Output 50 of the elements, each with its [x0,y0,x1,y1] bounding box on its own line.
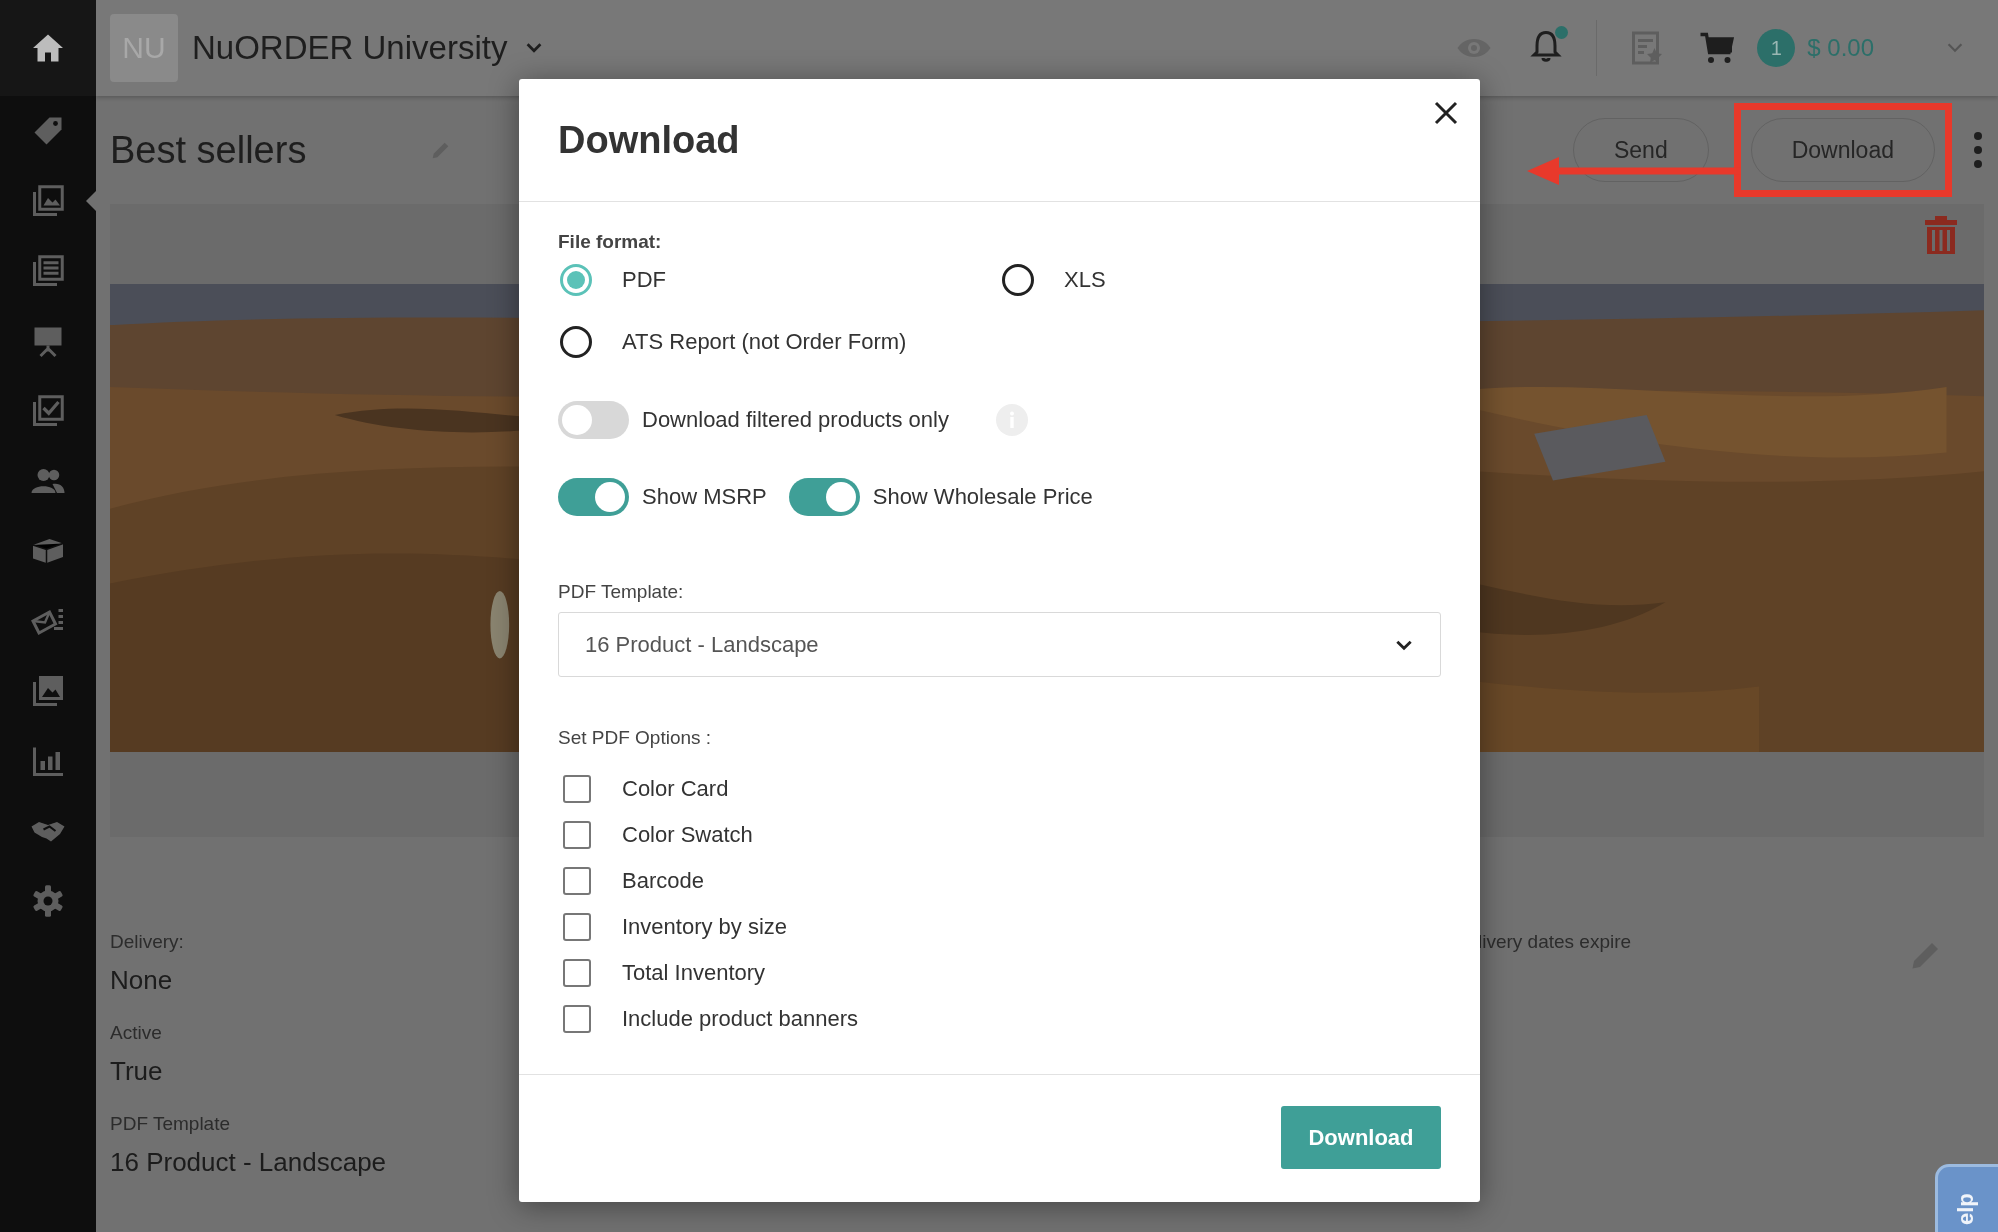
cart-count-badge: 1 [1757,29,1796,67]
option-label[interactable]: Barcode [622,868,704,894]
checkbox[interactable] [563,775,591,803]
dialog-title: Download [558,118,740,162]
option-label[interactable]: Include product banners [622,1006,859,1032]
page-title: Best sellers [110,128,308,172]
toggle-switch[interactable] [558,401,629,439]
field-label: PDF Template [110,1113,231,1135]
checkbox[interactable] [563,867,591,895]
radio-button[interactable] [1002,264,1034,296]
toggle-switch[interactable] [788,478,860,516]
close-icon[interactable] [1434,101,1458,125]
list-icon[interactable] [30,253,66,289]
field-value: 16 Product - Landscape [110,1147,387,1178]
checkbox[interactable] [563,821,591,849]
checkbox[interactable] [563,959,591,987]
template-label: PDF Template: [558,580,685,604]
checkbox[interactable] [563,1005,591,1033]
radio-button[interactable] [560,326,592,358]
option-label[interactable]: XLS [1064,267,1106,293]
toggle-label[interactable]: Show MSRP [642,484,767,510]
toggle-label[interactable]: Show Wholesale Price [872,484,1093,510]
option-label[interactable]: Total Inventory [622,960,766,986]
field-label: Active [110,1022,162,1044]
checkbox[interactable] [563,913,591,941]
checklist-icon[interactable] [30,393,66,429]
option-label[interactable]: Inventory by size [622,914,788,940]
option-label[interactable]: ATS Report (not Order Form) [622,329,907,355]
company-name[interactable]: NuORDER University [192,29,508,67]
toggle-label[interactable]: Download filtered products only [642,407,949,433]
option-label[interactable]: Color Swatch [622,822,753,848]
images-icon[interactable] [30,673,66,709]
radio-button[interactable] [560,264,592,296]
field-value: None [110,965,173,996]
cart-icon[interactable] [1699,30,1736,66]
option-label[interactable]: Color Card [622,776,729,802]
template-dropdown[interactable]: 16 Product - Landscape [558,612,1441,677]
catalog-icon[interactable] [30,183,66,219]
more-icon[interactable] [1972,130,1984,170]
trash-icon[interactable] [1924,216,1958,254]
options-label: Set PDF Options : [558,726,713,750]
field-value: True [110,1056,163,1087]
selection-pointer [86,191,96,211]
settings-icon[interactable] [30,883,66,919]
bell-icon[interactable] [1528,28,1565,64]
option-label[interactable]: PDF [622,267,666,293]
notification-dot [1555,26,1569,39]
field-label: Delivery: [110,931,184,953]
toggle-switch[interactable] [558,478,629,516]
file-format-label: File format: [558,230,663,254]
